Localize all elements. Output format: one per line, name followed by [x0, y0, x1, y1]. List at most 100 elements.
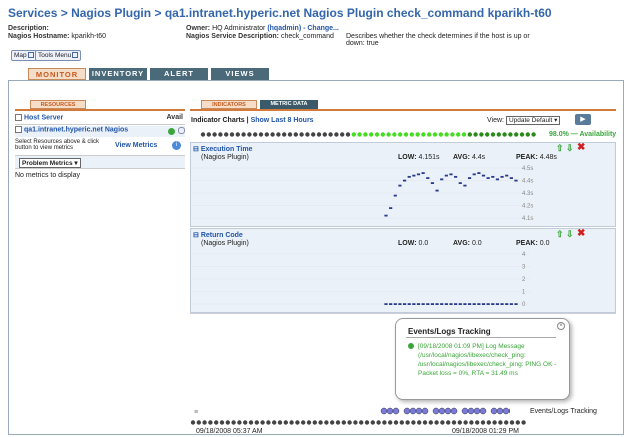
data-point[interactable] [477, 172, 481, 174]
data-point[interactable] [500, 303, 504, 305]
problem-metrics-select[interactable]: Problem Metrics ▾ [19, 158, 81, 168]
view-metrics-link[interactable]: View Metrics [115, 142, 157, 149]
data-point[interactable] [472, 303, 476, 305]
data-point[interactable] [402, 303, 407, 305]
return-code-title[interactable]: ⊟ Return Code [193, 231, 243, 239]
data-point[interactable] [421, 172, 425, 174]
move-down-icon[interactable]: ⇩ [566, 229, 574, 240]
data-point[interactable] [393, 194, 397, 197]
data-point[interactable] [444, 303, 448, 305]
data-point[interactable] [481, 174, 486, 177]
data-point[interactable] [412, 174, 416, 177]
data-point[interactable] [477, 303, 481, 305]
event-marker[interactable] [467, 407, 475, 415]
data-point[interactable] [384, 303, 388, 305]
data-point[interactable] [467, 303, 472, 305]
data-point[interactable] [440, 303, 444, 305]
event-marker[interactable] [473, 407, 481, 415]
event-marker[interactable] [479, 407, 487, 415]
data-point[interactable] [509, 303, 513, 305]
data-point[interactable] [407, 175, 411, 178]
data-point[interactable] [514, 179, 518, 182]
breadcrumb-services[interactable]: Services [8, 6, 57, 20]
data-point[interactable] [398, 184, 402, 187]
data-point[interactable] [444, 174, 448, 177]
tab-resources[interactable]: RESOURCES [30, 100, 86, 109]
data-point[interactable] [440, 178, 444, 181]
event-marker[interactable] [386, 407, 394, 415]
data-point[interactable] [430, 182, 435, 184]
move-up-icon[interactable]: ⇧ [556, 229, 564, 240]
data-point[interactable] [509, 177, 513, 179]
data-point[interactable] [384, 214, 388, 217]
info-icon[interactable]: i [172, 141, 181, 150]
tab-indicators[interactable]: INDICATORS [201, 100, 257, 109]
data-point[interactable] [416, 303, 421, 305]
data-point[interactable] [514, 303, 518, 305]
data-point[interactable] [421, 303, 425, 305]
data-point[interactable] [463, 303, 467, 305]
data-point[interactable] [435, 189, 439, 192]
data-point[interactable] [454, 303, 458, 305]
data-point[interactable] [426, 303, 430, 305]
data-point[interactable] [389, 303, 393, 305]
event-marker[interactable] [409, 407, 417, 415]
data-point[interactable] [486, 177, 490, 179]
tools-menu-button[interactable]: Tools Menu [35, 50, 82, 61]
data-point[interactable] [505, 174, 509, 177]
event-marker[interactable] [496, 407, 504, 415]
data-point[interactable] [416, 173, 421, 176]
data-point[interactable] [449, 173, 453, 176]
tab-views[interactable]: VIEWS [211, 68, 269, 80]
event-marker[interactable] [508, 408, 510, 414]
view-select[interactable]: Update Default ▾ [505, 116, 561, 125]
remove-chart-icon[interactable]: ✖ [577, 142, 585, 153]
event-marker[interactable] [490, 407, 498, 415]
data-point[interactable] [486, 303, 490, 305]
event-marker[interactable] [444, 407, 452, 415]
event-marker[interactable] [438, 407, 446, 415]
data-point[interactable] [505, 303, 509, 305]
breadcrumb-plugin[interactable]: Nagios Plugin [71, 6, 151, 20]
data-point[interactable] [449, 303, 453, 305]
event-marker[interactable] [392, 407, 400, 415]
data-point[interactable] [491, 175, 495, 178]
move-up-icon[interactable]: ⇧ [556, 143, 564, 154]
data-point[interactable] [407, 303, 411, 305]
data-point[interactable] [491, 303, 495, 305]
event-marker[interactable] [450, 407, 458, 415]
show-last-8-hours-link[interactable]: Show Last 8 Hours [251, 117, 314, 124]
host-link[interactable]: qa1.intranet.hyperic.net Nagios [24, 126, 128, 133]
data-point[interactable] [412, 303, 416, 305]
execution-time-title[interactable]: ⊟ Execution Time [193, 145, 252, 153]
timeline-scroll-left[interactable]: ≡ [194, 409, 198, 416]
data-point[interactable] [430, 303, 435, 305]
event-markers[interactable] [380, 405, 510, 417]
event-marker[interactable] [432, 407, 440, 415]
event-marker[interactable] [415, 407, 423, 415]
tab-monitor[interactable]: MONITOR [28, 68, 86, 80]
data-point[interactable] [454, 175, 458, 178]
go-button[interactable]: ▶ [575, 114, 591, 125]
data-point[interactable] [500, 175, 504, 178]
map-button[interactable]: Map [11, 50, 37, 61]
data-point[interactable] [389, 207, 393, 209]
data-point[interactable] [402, 179, 407, 182]
data-point[interactable] [495, 178, 500, 181]
resource-checkbox[interactable] [15, 126, 22, 133]
tab-alert[interactable]: ALERT [150, 68, 208, 80]
remove-chart-icon[interactable]: ✖ [577, 228, 585, 239]
event-marker[interactable] [403, 407, 411, 415]
data-point[interactable] [467, 177, 472, 179]
event-marker[interactable] [461, 407, 469, 415]
tab-inventory[interactable]: INVENTORY [89, 68, 147, 80]
select-all-checkbox[interactable] [15, 114, 22, 121]
data-point[interactable] [463, 184, 467, 187]
data-point[interactable] [458, 303, 462, 305]
event-marker[interactable] [502, 407, 510, 415]
data-point[interactable] [426, 177, 430, 179]
data-point[interactable] [495, 303, 500, 305]
data-point[interactable] [435, 303, 439, 305]
move-down-icon[interactable]: ⇩ [566, 143, 574, 154]
event-marker[interactable] [380, 407, 388, 415]
